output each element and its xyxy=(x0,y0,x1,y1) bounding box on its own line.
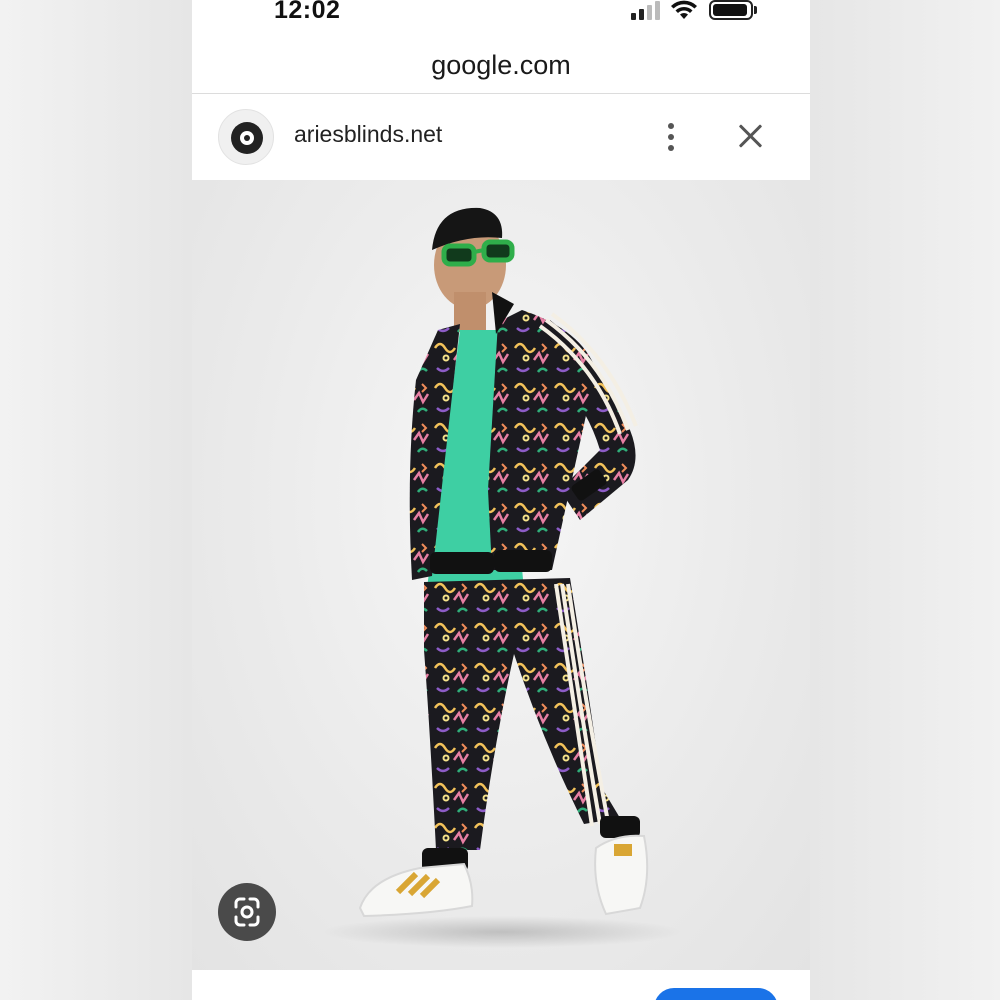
battery-level xyxy=(713,4,747,16)
battery-icon xyxy=(709,0,753,20)
blurred-backdrop-right xyxy=(810,0,1000,1000)
url-text[interactable]: google.com xyxy=(192,50,810,81)
lens-glyph xyxy=(234,897,260,927)
product-image[interactable] xyxy=(192,180,810,970)
site-favicon-icon xyxy=(218,109,274,165)
site-name[interactable]: ariesblinds.net xyxy=(294,121,442,148)
model-photo xyxy=(322,207,682,948)
address-bar[interactable]: google.com xyxy=(192,40,810,94)
google-lens-icon[interactable] xyxy=(218,883,276,941)
close-icon[interactable] xyxy=(732,119,768,155)
blurred-backdrop-left xyxy=(0,0,192,1000)
site-header: ariesblinds.net xyxy=(192,95,810,180)
action-button[interactable] xyxy=(654,988,778,1000)
cellular-signal-icon xyxy=(631,0,663,20)
status-bar: 12:02 xyxy=(192,0,810,30)
phone-screen: 12:02 google.com ariesblinds.net xyxy=(192,0,810,1000)
battery-nub xyxy=(754,6,757,14)
status-time: 12:02 xyxy=(274,0,341,24)
more-vertical-icon[interactable] xyxy=(656,117,686,157)
wifi-icon xyxy=(671,0,697,19)
